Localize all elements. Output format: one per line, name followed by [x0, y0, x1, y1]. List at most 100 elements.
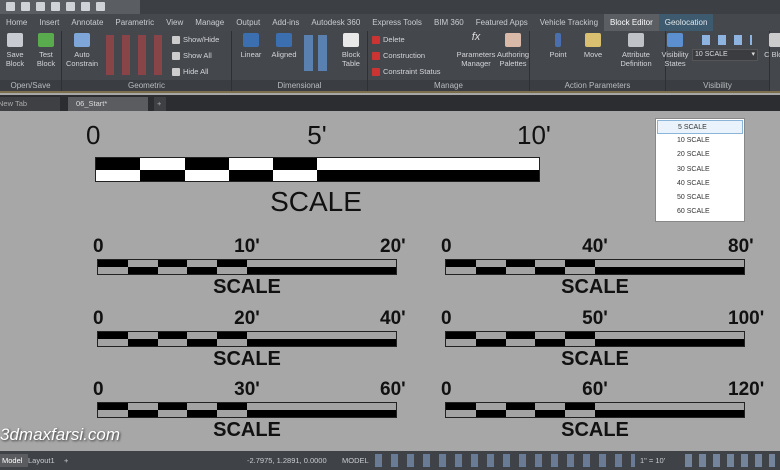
delete-button[interactable]: Delete	[372, 35, 405, 44]
attribute-tag-icon	[628, 33, 644, 47]
show-hide-icon	[172, 35, 180, 44]
tab-autodesk-360[interactable]: Autodesk 360	[305, 14, 366, 31]
visibility-option[interactable]: 5 SCALE	[657, 120, 743, 135]
tab-manage[interactable]: Manage	[189, 14, 230, 31]
add-layout-button[interactable]: +	[64, 454, 68, 467]
fx-icon: fx	[471, 31, 481, 43]
test-block-icon	[38, 33, 54, 47]
test-block-button[interactable]: Test Block	[32, 33, 60, 68]
undo-icon[interactable]	[81, 2, 90, 11]
redo-icon[interactable]	[96, 2, 105, 11]
parameters-manager-button[interactable]: fx Parameters Manager	[456, 31, 496, 69]
panel-dimensional: Linear Aligned Block Table Dimensional	[232, 31, 368, 91]
visibility-option[interactable]: 20 SCALE	[657, 148, 743, 162]
tab-parametric[interactable]: Parametric	[109, 14, 160, 31]
drafting-toggle-icons[interactable]	[375, 454, 635, 467]
panel-label: Geometric	[62, 80, 231, 91]
tab-annotate[interactable]: Annotate	[65, 14, 109, 31]
aligned-button[interactable]: Aligned	[268, 33, 300, 59]
move-button[interactable]: Move	[578, 33, 608, 59]
tab-geolocation[interactable]: Geolocation	[658, 14, 714, 31]
close-block-editor-button[interactable]: C Block	[762, 33, 780, 59]
open-icon[interactable]	[21, 2, 30, 11]
point-button[interactable]: Point	[544, 33, 572, 59]
scale-label: 0	[93, 379, 104, 400]
scale-bar	[445, 331, 745, 347]
tab-insert[interactable]: Insert	[33, 14, 65, 31]
ribbon: Save Block Test Block Open/Save Auto Con…	[0, 31, 780, 93]
panel-label: Open/Save	[0, 80, 61, 91]
panel-label: Manage	[368, 80, 529, 91]
print-icon[interactable]	[66, 2, 75, 11]
tab-block-editor[interactable]: Block Editor	[604, 14, 659, 31]
visibility-option[interactable]: 30 SCALE	[657, 163, 743, 177]
model-space-button[interactable]: MODEL	[342, 454, 369, 467]
coordinates-readout: -2.7975, 1.2891, 0.0000	[247, 456, 327, 465]
scale-label: 0	[93, 236, 104, 257]
panel-label: Dimensional	[232, 80, 367, 91]
file-tab-06-start[interactable]: 06_Start*	[68, 97, 148, 111]
tab-home[interactable]: Home	[0, 14, 33, 31]
layout-tab[interactable]: Layout1	[22, 454, 61, 467]
linear-button[interactable]: Linear	[236, 33, 266, 59]
ribbon-tabs: Home Insert Annotate Parametric View Manage Ou…	[0, 14, 780, 31]
status-tool-icons[interactable]	[685, 454, 775, 467]
visibility-state-select[interactable]: 10 SCALE ▾	[692, 49, 758, 61]
new-tab-button[interactable]: +	[154, 97, 166, 111]
annotation-scale[interactable]: 1" = 10'	[640, 454, 665, 467]
panel-manage: Delete Construction Constraint Status fx…	[368, 31, 530, 91]
save-block-button[interactable]: Save Block	[2, 33, 28, 68]
constraint-status-button[interactable]: Constraint Status	[372, 67, 441, 76]
saveas-icon[interactable]	[51, 2, 60, 11]
authoring-palettes-icon	[505, 33, 521, 47]
new-icon[interactable]	[6, 2, 15, 11]
point-icon	[555, 33, 561, 47]
scale-label: 100'	[728, 308, 765, 329]
block-table-icon	[343, 33, 359, 47]
block-table-button[interactable]: Block Table	[336, 33, 366, 68]
tab-output[interactable]: Output	[230, 14, 266, 31]
attribute-definition-button[interactable]: Attribute Definition	[616, 33, 656, 68]
show-all-button[interactable]: Show All	[172, 51, 212, 60]
scale-label: 120'	[728, 379, 765, 400]
scale-label: 50'	[582, 308, 608, 329]
scale-label: 5'	[307, 120, 327, 150]
file-tab-new[interactable]: New Tab	[0, 97, 60, 111]
scale-label: SCALE	[213, 276, 281, 298]
geometric-constraint-icons[interactable]	[106, 35, 170, 75]
authoring-palettes-button[interactable]: Authoring Palettes	[496, 33, 530, 68]
tab-bim-360[interactable]: BIM 360	[428, 14, 470, 31]
auto-constrain-button[interactable]: Auto Constrain	[64, 33, 100, 68]
scale-bar	[95, 157, 540, 182]
tab-express-tools[interactable]: Express Tools	[366, 14, 428, 31]
save-icon[interactable]	[36, 2, 45, 11]
visibility-states-button[interactable]: Visibility States	[660, 33, 690, 68]
panel-action-parameters: Point Move Attribute Definition Action P…	[530, 31, 666, 91]
scale-bar	[97, 402, 397, 418]
visibility-option[interactable]: 60 SCALE	[657, 205, 743, 219]
move-icon	[585, 33, 601, 47]
panel-label: Action Parameters	[530, 80, 665, 91]
scale-label: 0	[93, 308, 104, 329]
construction-icon	[372, 51, 380, 60]
dimension-icons[interactable]	[304, 35, 332, 71]
tab-vehicle-tracking[interactable]: Vehicle Tracking	[534, 14, 604, 31]
scale-bar	[97, 331, 397, 347]
visibility-option[interactable]: 10 SCALE	[657, 134, 743, 148]
panel-label: Visibility	[666, 80, 769, 91]
scale-label: SCALE	[270, 186, 362, 217]
tab-add-ins[interactable]: Add-ins	[266, 14, 305, 31]
title-bar	[140, 0, 780, 14]
visibility-tool-icons[interactable]	[702, 35, 752, 45]
tab-view[interactable]: View	[160, 14, 189, 31]
scale-bar	[445, 402, 745, 418]
visibility-option[interactable]: 40 SCALE	[657, 177, 743, 191]
show-hide-button[interactable]: Show/Hide	[172, 35, 219, 44]
tab-featured-apps[interactable]: Featured Apps	[470, 14, 534, 31]
visibility-option[interactable]: 50 SCALE	[657, 191, 743, 205]
constraint-status-icon	[372, 67, 380, 76]
scale-label: SCALE	[213, 348, 281, 370]
status-bar: Model Layout1 + -2.7975, 1.2891, 0.0000 …	[0, 451, 780, 470]
construction-button[interactable]: Construction	[372, 51, 425, 60]
hide-all-button[interactable]: Hide All	[172, 67, 208, 76]
